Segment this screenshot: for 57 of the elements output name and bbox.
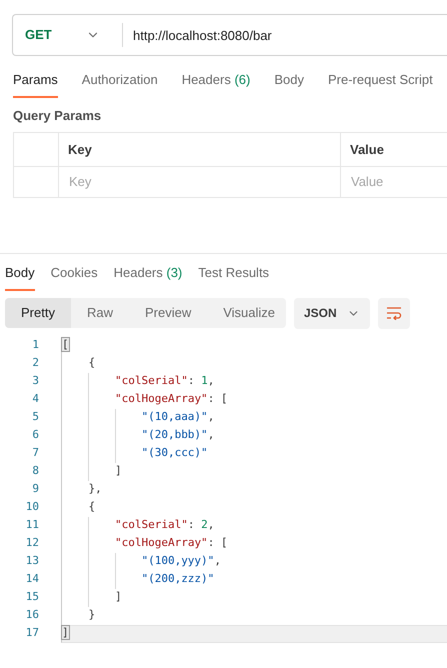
line-number: 4 xyxy=(31,391,40,408)
url-field[interactable]: http://localhost:8080/bar xyxy=(133,14,447,56)
code-line: ] xyxy=(114,589,122,606)
code-line: "colHogeArray": [ xyxy=(114,391,228,408)
view-mode-tab[interactable]: Raw xyxy=(70,298,129,328)
wrap-lines-button[interactable] xyxy=(378,298,410,328)
tab[interactable]: Headers (6) xyxy=(182,70,250,98)
column-header: Key xyxy=(59,132,341,167)
tab[interactable]: Body xyxy=(5,263,35,290)
value-field[interactable]: Value xyxy=(341,167,447,198)
tab[interactable]: Headers (3) xyxy=(114,263,182,290)
code-line: "colHogeArray": [ xyxy=(114,535,228,552)
code-line: "(20,bbb)", xyxy=(141,427,214,444)
code-line: "colSerial": 1, xyxy=(114,373,214,390)
code-line: "(100,yyy)", xyxy=(141,553,221,570)
line-number: 7 xyxy=(31,445,40,462)
code-line: ] xyxy=(114,463,122,480)
format-dropdown[interactable]: JSON xyxy=(294,298,370,328)
line-number: 5 xyxy=(31,409,40,426)
method-dropdown[interactable]: GET xyxy=(12,14,112,56)
tab[interactable]: Body xyxy=(274,70,304,98)
line-number: 1 xyxy=(31,337,40,354)
line-number: 9 xyxy=(31,481,40,498)
key-field[interactable]: Key xyxy=(59,167,341,198)
section-title: Query Params xyxy=(12,106,102,125)
line-number: 15 xyxy=(24,589,40,606)
table-cell xyxy=(13,132,59,167)
line-number: 13 xyxy=(24,553,40,570)
line-number: 12 xyxy=(24,535,40,552)
line-number: 10 xyxy=(24,499,40,516)
line-number: 17 xyxy=(24,625,40,642)
view-mode-tab[interactable]: Preview xyxy=(128,298,208,328)
code-line: "(200,zzz)" xyxy=(141,571,214,588)
code-line: "(30,ccc)" xyxy=(141,445,208,462)
line-number: 8 xyxy=(31,463,40,480)
line-number: 6 xyxy=(31,427,40,444)
code-line: "colSerial": 2, xyxy=(114,517,214,534)
code-line: "(10,aaa)", xyxy=(141,409,214,426)
code-line: { xyxy=(88,499,96,516)
tab[interactable]: Params xyxy=(13,70,58,98)
line-number: 3 xyxy=(31,373,40,390)
tab[interactable]: Test Results xyxy=(198,263,270,290)
table-cell xyxy=(13,167,59,198)
tab[interactable]: Authorization xyxy=(82,70,158,98)
column-header: Value xyxy=(341,132,447,167)
tab[interactable]: Pre-request Script xyxy=(328,70,433,98)
line-number: 2 xyxy=(31,355,40,372)
code-line: } xyxy=(88,607,96,624)
line-number: 14 xyxy=(24,571,40,588)
tab[interactable]: Cookies xyxy=(50,263,98,290)
wrap-lines-icon xyxy=(386,306,402,320)
line-number: 11 xyxy=(24,517,40,534)
view-mode-tab[interactable]: Pretty xyxy=(5,298,71,328)
line-number: 16 xyxy=(24,607,40,624)
code-line: }, xyxy=(88,481,102,498)
view-mode-tab[interactable]: Visualize xyxy=(207,298,286,328)
code-line: { xyxy=(88,355,96,372)
